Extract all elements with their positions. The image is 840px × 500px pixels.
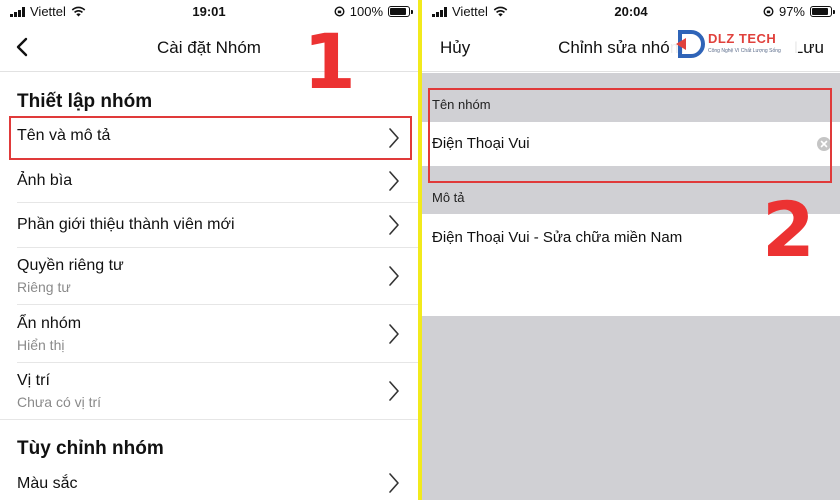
brand-logo-icon xyxy=(676,30,705,58)
battery-icon xyxy=(388,6,413,17)
chevron-right-icon xyxy=(389,215,399,235)
settings-item-cover-photo[interactable]: Ảnh bìa xyxy=(0,160,418,202)
step-number-1: 1 xyxy=(303,17,356,106)
battery-percent: 97% xyxy=(778,4,805,19)
divider xyxy=(0,419,418,420)
settings-item-value: Riêng tư xyxy=(17,279,71,295)
settings-item-value: Chưa có vị trí xyxy=(17,394,102,410)
chevron-right-icon xyxy=(389,381,399,401)
settings-item-label: Quyền riêng tư xyxy=(17,257,124,274)
chevron-right-icon xyxy=(389,473,399,493)
description-value: Điện Thoại Vui - Sửa chữa miền Nam xyxy=(432,229,683,246)
settings-item-color[interactable]: Màu sắc xyxy=(0,464,418,500)
settings-item-label: Phần giới thiệu thành viên mới xyxy=(17,216,235,233)
chevron-right-icon xyxy=(389,171,399,191)
status-bar: Viettel 20:04 97% xyxy=(422,0,840,24)
description-label: Mô tả xyxy=(432,190,465,205)
settings-item-location[interactable]: Vị trí Chưa có vị trí xyxy=(0,363,418,419)
brand-watermark: DLZ TECH Công Nghệ Vì Chất Lượng Sống xyxy=(670,26,798,62)
rotation-lock-icon xyxy=(334,6,345,17)
highlight-box-group-name xyxy=(428,88,832,183)
settings-item-label: Vị trí xyxy=(17,372,50,389)
chevron-right-icon xyxy=(389,266,399,286)
edit-group-screen: Viettel 20:04 97% Hủy Chỉnh sửa nhóm Lưu… xyxy=(422,0,840,500)
group-settings-screen: Viettel 19:01 100% Cài đặt Nhóm Thiết lậ… xyxy=(0,0,418,500)
brand-tagline: Công Nghệ Vì Chất Lượng Sống xyxy=(708,48,781,54)
settings-item-label: Màu sắc xyxy=(17,475,78,492)
settings-item-new-member-intro[interactable]: Phần giới thiệu thành viên mới xyxy=(0,203,418,247)
rotation-lock-icon xyxy=(763,6,774,17)
step-number-2: 2 xyxy=(762,185,815,274)
save-button[interactable]: Lưu xyxy=(794,38,824,58)
settings-item-label: Ảnh bìa xyxy=(17,172,73,189)
battery-icon xyxy=(810,6,835,17)
highlight-box-name-description xyxy=(9,116,412,160)
brand-name: DLZ TECH xyxy=(708,31,777,46)
settings-item-hide-group[interactable]: Ẩn nhóm Hiển thị xyxy=(0,305,418,362)
section-title-customize: Tùy chỉnh nhóm xyxy=(17,438,164,459)
section-title-setup: Thiết lập nhóm xyxy=(17,91,153,112)
settings-item-label: Ẩn nhóm xyxy=(17,315,82,332)
settings-item-privacy[interactable]: Quyền riêng tư Riêng tư xyxy=(0,248,418,304)
chevron-right-icon xyxy=(389,324,399,344)
settings-item-value: Hiển thị xyxy=(17,337,65,353)
